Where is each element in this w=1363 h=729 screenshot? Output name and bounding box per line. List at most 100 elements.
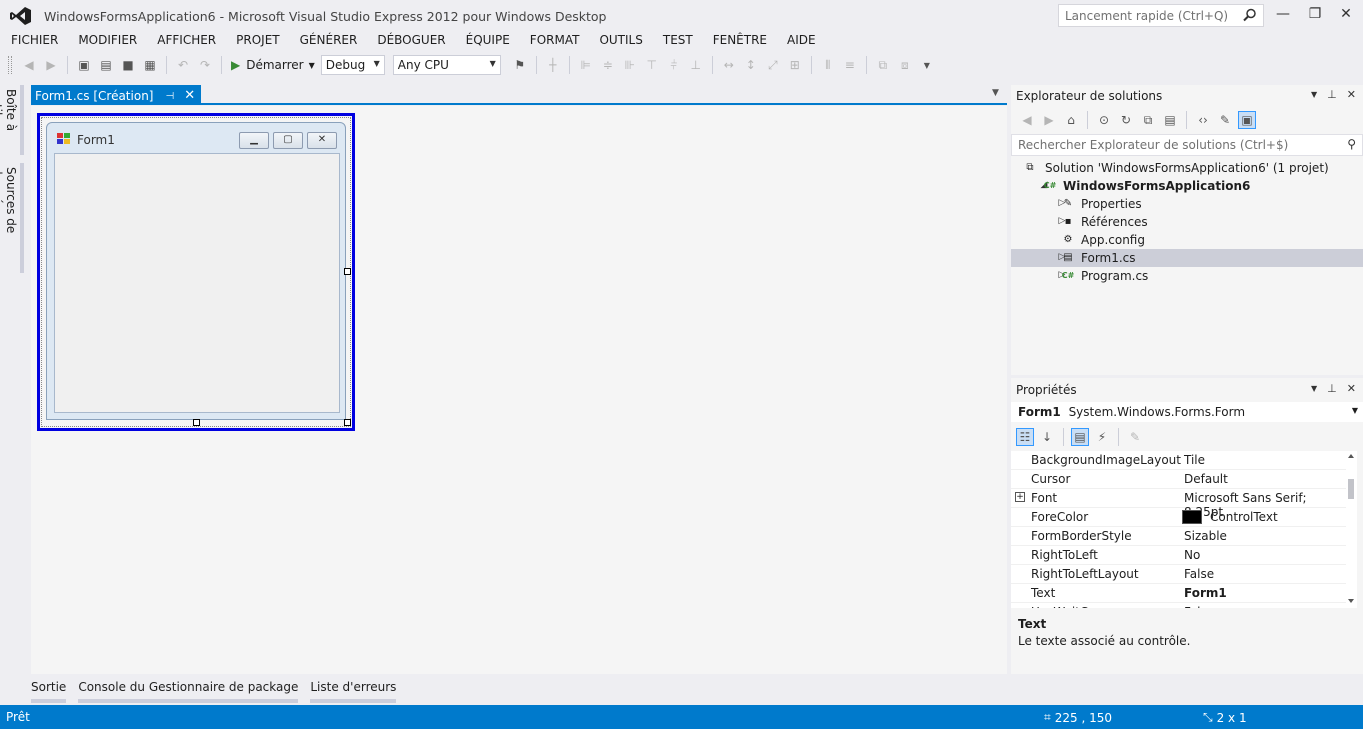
toolbar-grip[interactable]	[8, 56, 12, 74]
property-value[interactable]: False	[1184, 605, 1214, 608]
tree-item[interactable]: ⧉ Solution 'WindowsFormsApplication6' (1 …	[1011, 159, 1363, 177]
categorized-icon[interactable]: ☷	[1016, 428, 1034, 446]
property-value[interactable]: Sizable	[1184, 529, 1227, 543]
tree-item[interactable]: ▷ ✎ Properties	[1011, 195, 1363, 213]
open-file-icon[interactable]: ▤	[97, 56, 115, 74]
menu-fichier[interactable]: FICHIER	[0, 31, 68, 51]
resize-handle-bottom[interactable]	[193, 419, 200, 426]
property-row[interactable]: Text Form1	[1011, 584, 1346, 603]
minimize-button[interactable]: —	[1271, 6, 1295, 24]
align-tops-icon[interactable]: ⊤	[643, 56, 661, 74]
menu-deboguer[interactable]: DÉBOGUER	[367, 31, 455, 51]
bring-to-front-icon[interactable]: ⧉	[874, 56, 892, 74]
property-row[interactable]: Cursor Default	[1011, 470, 1346, 489]
solution-config-select[interactable]: Debug ▼	[320, 55, 385, 75]
resize-handle-right[interactable]	[344, 268, 351, 275]
align-centers-icon[interactable]: ≑	[599, 56, 617, 74]
redo-icon[interactable]: ↷	[196, 56, 214, 74]
property-pages-icon[interactable]: ✎	[1126, 428, 1144, 446]
panel-pin-icon[interactable]: ⊥	[1327, 88, 1337, 101]
property-value[interactable]: Form1	[1184, 586, 1227, 600]
tab-package-manager-console[interactable]: Console du Gestionnaire de package	[78, 677, 299, 703]
property-value[interactable]: Default	[1184, 472, 1228, 486]
find-in-files-icon[interactable]: ⚑	[511, 56, 529, 74]
property-row[interactable]: ForeColor ControlText	[1011, 508, 1346, 527]
home-icon[interactable]: ⌂	[1062, 111, 1080, 129]
align-to-grid-icon[interactable]: ┼	[544, 56, 562, 74]
undo-icon[interactable]: ↶	[174, 56, 192, 74]
start-debug-button[interactable]: ▶ Démarrer ▼	[227, 55, 319, 75]
property-grid-scrollbar[interactable]	[1345, 451, 1357, 608]
menu-fenetre[interactable]: FENÊTRE	[703, 31, 777, 51]
make-same-width-icon[interactable]: ↔	[720, 56, 738, 74]
panel-pin-icon[interactable]: ⊥	[1327, 382, 1337, 395]
navigate-back-icon[interactable]: ◀	[20, 56, 38, 74]
align-bottoms-icon[interactable]: ⊥	[687, 56, 705, 74]
alphabetical-icon[interactable]: ↓	[1038, 428, 1056, 446]
forward-icon[interactable]: ▶	[1040, 111, 1058, 129]
refresh-icon[interactable]: ↻	[1117, 111, 1135, 129]
close-icon[interactable]: ✕	[184, 89, 195, 103]
property-value[interactable]: No	[1184, 548, 1200, 562]
property-row[interactable]: FormBorderStyle Sizable	[1011, 527, 1346, 546]
horizontal-spacing-icon[interactable]: ⦀	[819, 56, 837, 74]
vertical-spacing-icon[interactable]: ≡	[841, 56, 859, 74]
solution-search-input[interactable]: Rechercher Explorateur de solutions (Ctr…	[1011, 134, 1363, 156]
restore-button[interactable]: ❐	[1303, 6, 1327, 24]
property-row[interactable]: + Font Microsoft Sans Serif; 8,25pt	[1011, 489, 1346, 519]
back-icon[interactable]: ◀	[1018, 111, 1036, 129]
tree-item[interactable]: ▷ ▪ Références	[1011, 213, 1363, 231]
panel-close-icon[interactable]: ✕	[1347, 382, 1356, 395]
menu-projet[interactable]: PROJET	[226, 31, 289, 51]
quick-launch-input[interactable]: Lancement rapide (Ctrl+Q)	[1058, 4, 1264, 27]
properties-wrench-icon[interactable]: ✎	[1216, 111, 1234, 129]
property-row[interactable]: RightToLeftLayout False	[1011, 565, 1346, 584]
menu-test[interactable]: TEST	[653, 31, 703, 51]
make-same-height-icon[interactable]: ↕	[742, 56, 760, 74]
toolbox-tab[interactable]: Boîte à outils	[0, 85, 24, 155]
panel-close-icon[interactable]: ✕	[1347, 88, 1356, 101]
form1-window[interactable]: Form1 ▁ ▢ ✕	[46, 122, 346, 420]
expand-plus-icon[interactable]: +	[1015, 492, 1025, 502]
align-lefts-icon[interactable]: ⊫	[577, 56, 595, 74]
show-all-files-icon[interactable]: ▤	[1161, 111, 1179, 129]
property-value[interactable]: False	[1184, 567, 1214, 581]
tree-item[interactable]: ◢ C# WindowsFormsApplication6	[1011, 177, 1363, 195]
resize-handle-corner[interactable]	[344, 419, 351, 426]
property-value[interactable]: Tile	[1184, 453, 1205, 467]
pin-icon[interactable]: ⊣	[165, 91, 174, 102]
property-row[interactable]: UseWaitCursor False	[1011, 603, 1346, 608]
pending-changes-filter-icon[interactable]: ⊙	[1095, 111, 1113, 129]
collapse-all-icon[interactable]: ⧉	[1139, 111, 1157, 129]
tab-output[interactable]: Sortie	[31, 677, 67, 703]
menu-generer[interactable]: GÉNÉRER	[290, 31, 368, 51]
send-to-back-icon[interactable]: ⧈	[896, 56, 914, 74]
tree-item[interactable]: ▷ C# Program.cs	[1011, 267, 1363, 285]
tab-error-list[interactable]: Liste d'erreurs	[310, 677, 397, 703]
save-icon[interactable]: ■	[119, 56, 137, 74]
menu-afficher[interactable]: AFFICHER	[147, 31, 226, 51]
tree-item[interactable]: ⚙ App.config	[1011, 231, 1363, 249]
menu-modifier[interactable]: MODIFIER	[68, 31, 147, 51]
navigate-forward-icon[interactable]: ▶	[42, 56, 60, 74]
property-row[interactable]: RightToLeft No	[1011, 546, 1346, 565]
toolbar-overflow-icon[interactable]: ▼	[918, 56, 936, 74]
events-lightning-icon[interactable]: ⚡	[1093, 428, 1111, 446]
document-list-dropdown-icon[interactable]: ▼	[992, 88, 999, 98]
menu-format[interactable]: FORMAT	[520, 31, 590, 51]
property-row[interactable]: BackgroundImageLayout Tile	[1011, 451, 1346, 470]
make-same-size-icon[interactable]: ⤢	[764, 56, 782, 74]
data-sources-tab[interactable]: Sources de données	[0, 163, 24, 273]
close-button[interactable]: ✕	[1334, 6, 1358, 24]
view-designer-icon[interactable]: ▣	[1238, 111, 1256, 129]
platform-select[interactable]: Any CPU ▼	[392, 55, 501, 75]
tab-form1-design[interactable]: Form1.cs [Création] ⊣ ✕	[31, 85, 202, 105]
panel-dropdown-icon[interactable]: ▼	[1311, 384, 1317, 393]
menu-equipe[interactable]: ÉQUIPE	[456, 31, 520, 51]
view-code-icon[interactable]: ‹›	[1194, 111, 1212, 129]
properties-view-icon[interactable]: ▤	[1071, 428, 1089, 446]
form1-client-area[interactable]	[54, 153, 340, 413]
save-all-icon[interactable]: ▦	[141, 56, 159, 74]
new-project-icon[interactable]: ▣	[75, 56, 93, 74]
align-rights-icon[interactable]: ⊪	[621, 56, 639, 74]
